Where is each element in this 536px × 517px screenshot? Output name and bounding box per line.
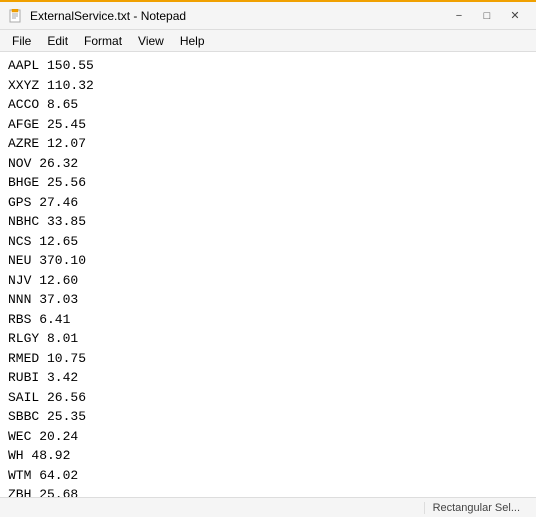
rectangular-sel-label: Rectangular Sel... bbox=[424, 502, 528, 514]
text-content: AAPL 150.55 XXYZ 110.32 ACCO 8.65 AFGE 2… bbox=[8, 56, 528, 497]
notepad-icon bbox=[8, 8, 24, 24]
menu-bar: FileEditFormatViewHelp bbox=[0, 30, 536, 52]
menu-item-format[interactable]: Format bbox=[76, 32, 130, 50]
menu-item-help[interactable]: Help bbox=[172, 32, 213, 50]
title-bar: ExternalService.txt - Notepad − □ ✕ bbox=[0, 0, 536, 30]
status-bar: Rectangular Sel... bbox=[0, 497, 536, 517]
menu-item-edit[interactable]: Edit bbox=[39, 32, 76, 50]
close-button[interactable]: ✕ bbox=[502, 6, 528, 26]
window-title: ExternalService.txt - Notepad bbox=[30, 9, 186, 23]
text-content-area[interactable]: AAPL 150.55 XXYZ 110.32 ACCO 8.65 AFGE 2… bbox=[0, 52, 536, 497]
menu-item-file[interactable]: File bbox=[4, 32, 39, 50]
minimize-button[interactable]: − bbox=[446, 6, 472, 26]
maximize-button[interactable]: □ bbox=[474, 6, 500, 26]
title-bar-left: ExternalService.txt - Notepad bbox=[8, 8, 186, 24]
window-controls: − □ ✕ bbox=[446, 6, 528, 26]
menu-item-view[interactable]: View bbox=[130, 32, 172, 50]
